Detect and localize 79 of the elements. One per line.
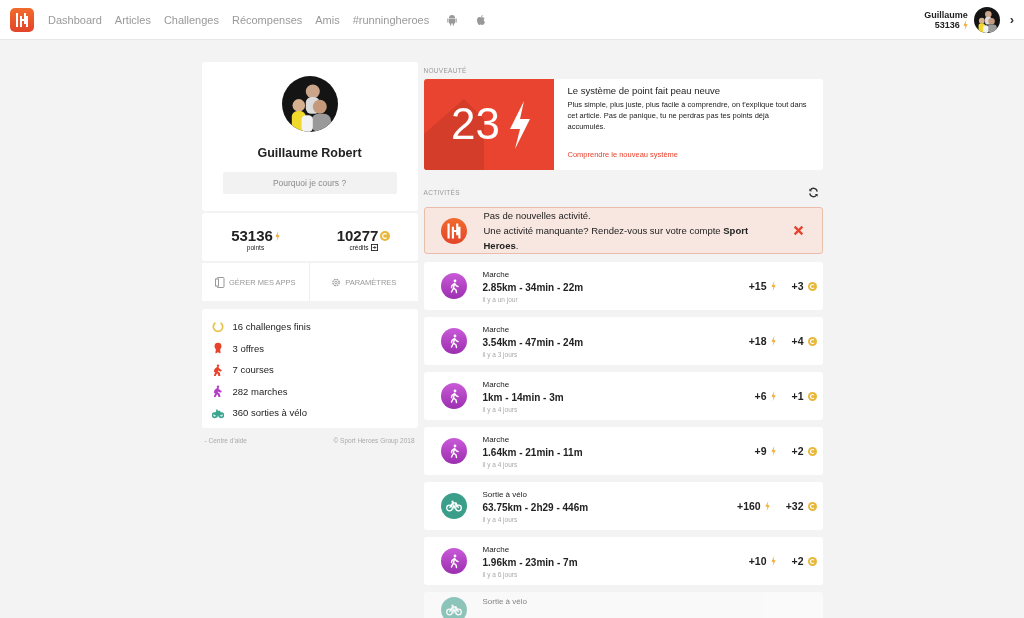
bolt-icon (770, 281, 776, 291)
points-reward: +6 (754, 390, 767, 402)
points-reward: +15 (748, 280, 767, 292)
nav-link[interactable]: #runningheroes (352, 13, 430, 26)
activity-metrics: 63.75km - 2h29 - 446m (482, 501, 590, 513)
stat-label: 3 offres (232, 342, 264, 354)
walker-icon (440, 548, 467, 574)
refresh-icon[interactable] (807, 187, 819, 198)
bolt-icon (274, 230, 280, 241)
nav-link[interactable]: Dashboard (48, 13, 102, 26)
coin-icon (807, 336, 817, 346)
nav-link[interactable]: Récompenses (231, 13, 303, 26)
close-icon[interactable] (792, 225, 804, 236)
alert-title: Pas de nouvelles activité. (483, 209, 592, 223)
news-banner: 23 (423, 79, 554, 170)
profile-name: Guillaume Robert (257, 146, 362, 160)
bicycle-icon (440, 597, 467, 618)
gear-icon (331, 276, 342, 288)
enter-icon[interactable] (370, 244, 378, 251)
apple-icon[interactable] (475, 13, 488, 26)
news-title: Le système de point fait peau neuve (567, 85, 722, 96)
credits-reward: +2 (791, 555, 804, 567)
motto-field[interactable]: Pourquoi je cours ? (222, 172, 397, 194)
bicycle-icon (440, 493, 467, 519)
points-reward: +160 (737, 500, 761, 512)
credits-value: 10277 (336, 227, 379, 244)
alert-text: Une activité manquante? Rendez-vous sur votre compte Sport Heroes. (483, 224, 750, 253)
coin-icon (807, 281, 817, 291)
user-points: 53136 (934, 19, 960, 30)
nav-link[interactable]: Articles (114, 13, 151, 26)
logo-icon (440, 217, 467, 244)
logo-icon (10, 7, 34, 32)
activity-metrics: 1.64km - 21min - 11m (482, 446, 584, 458)
nav-link[interactable]: Challenges (163, 13, 219, 26)
bolt-icon (764, 501, 770, 511)
nav-link[interactable]: Amis (315, 13, 340, 26)
activity-metrics: 2.85km - 34min - 22m (482, 281, 585, 293)
activity-metrics: 1.96km - 23min - 7m (482, 556, 579, 568)
activity-type: Marche (482, 434, 511, 444)
activity-type: Marche (482, 324, 511, 334)
walker-icon (440, 383, 467, 409)
menu-chevron[interactable]: › (1009, 12, 1014, 27)
credits-reward: +3 (791, 280, 804, 292)
stat-label: 7 courses (232, 364, 274, 376)
activity-type: Sortie à vélo (482, 597, 528, 606)
coin-icon (807, 501, 817, 511)
activity-metrics: 1km - 14min - 3m (482, 391, 565, 403)
activity-type: Marche (482, 269, 511, 279)
credits-reward: +1 (791, 390, 804, 402)
points-reward: +9 (754, 445, 767, 457)
bolt-icon (962, 19, 968, 30)
walker-icon (440, 328, 467, 354)
activity-type: Marche (482, 379, 511, 389)
bolt-icon (770, 556, 776, 566)
bolt-icon (770, 336, 776, 346)
points-value: 53136 (231, 227, 273, 244)
stat-label: 282 marches (232, 385, 288, 397)
stat-label: 16 challenges finis (232, 321, 311, 333)
activity-type: Sortie à vélo (482, 489, 528, 499)
stat-label: 360 sorties à vélo (232, 407, 307, 419)
walker-icon (440, 273, 467, 299)
user-name: Guillaume (924, 9, 968, 20)
bolt-icon (770, 391, 776, 401)
coin-icon (380, 230, 391, 241)
coin-icon (807, 556, 817, 566)
activity-card[interactable]: Sortie à vélo (423, 592, 823, 618)
coin-icon (807, 391, 817, 401)
bolt-icon (770, 446, 776, 456)
activity-metrics: 3.54km - 47min - 24m (482, 336, 585, 348)
points-reward: +10 (748, 555, 767, 567)
credits-reward: +32 (785, 500, 804, 512)
points-reward: +18 (748, 335, 767, 347)
activity-type: Marche (482, 544, 511, 554)
android-icon[interactable] (446, 13, 459, 26)
credits-reward: +4 (791, 335, 804, 347)
coin-icon (807, 446, 817, 456)
credits-reward: +2 (791, 445, 804, 457)
walker-icon (440, 438, 467, 464)
phone-icon (214, 276, 225, 288)
